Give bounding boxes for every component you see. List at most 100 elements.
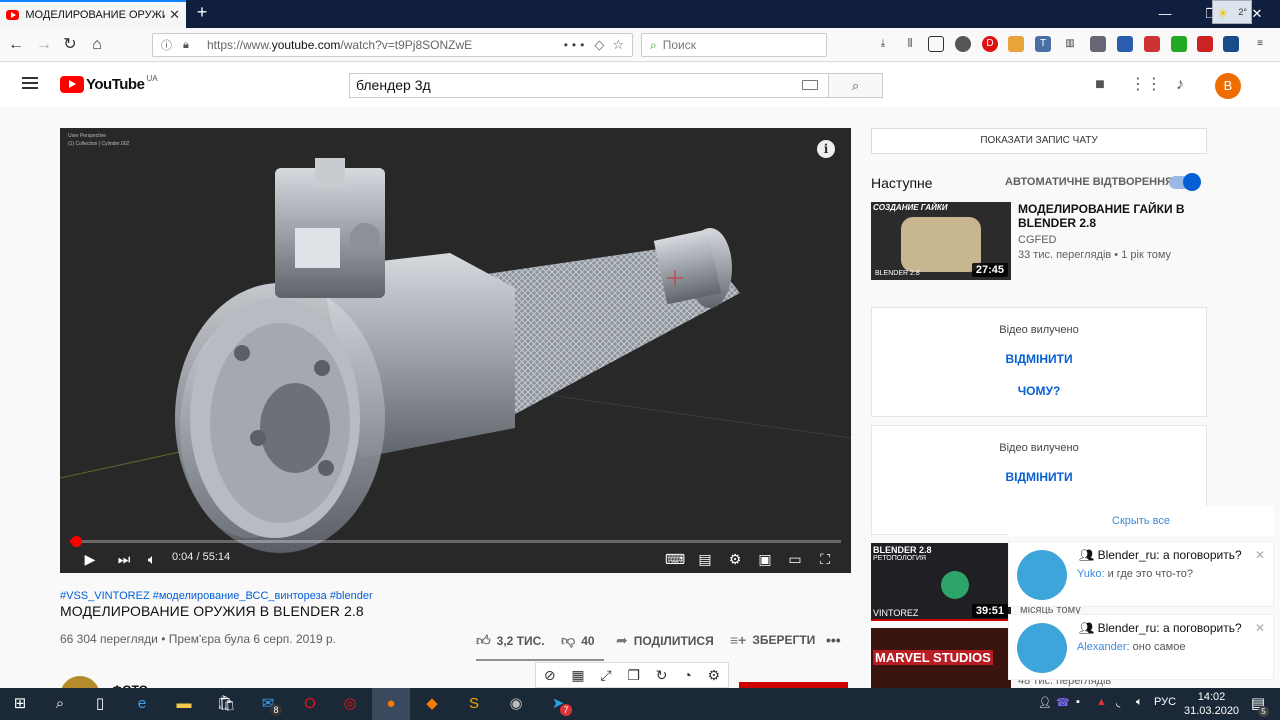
task-view-icon[interactable]: ▯ <box>88 692 112 716</box>
window-minimize-button[interactable]: — <box>1142 0 1188 28</box>
windows-start-icon[interactable]: ⊞ <box>8 692 32 716</box>
related-video-title[interactable]: МОДЕЛИРОВАНИЕ ГАЙКИ В BLENDER 2.8 <box>1018 202 1208 230</box>
browser-search-bar[interactable]: ⌕ Поиск <box>641 33 827 57</box>
edge-browser-icon[interactable]: e <box>130 692 154 716</box>
keyboard-icon[interactable] <box>802 80 818 90</box>
file-explorer-icon[interactable]: ▬ <box>172 692 196 716</box>
address-bar[interactable]: ⓘ 🔒︎ https://www.youtube.com/watch?v=t9P… <box>152 33 633 57</box>
notifications-bell-icon[interactable]: ♪ <box>1170 75 1190 95</box>
extension-gray-icon[interactable] <box>1090 36 1106 52</box>
extension-red-icon[interactable]: D <box>982 36 998 52</box>
lock-icon[interactable]: 🔒︎ <box>183 39 197 52</box>
expand-icon[interactable]: ⤢ <box>600 667 611 684</box>
back-icon[interactable]: ← <box>4 33 28 57</box>
fullscreen-icon[interactable]: ⛶ <box>814 549 836 569</box>
thumbnail-logo-text: MARVEL STUDIOS <box>873 650 993 665</box>
info-icon[interactable]: ⓘ <box>161 37 175 53</box>
extension-green-icon[interactable] <box>1171 36 1187 52</box>
volume-icon[interactable]: 🔈︎ <box>1136 696 1143 709</box>
library-icon[interactable]: ⫼ <box>902 36 918 52</box>
extension-grid-icon[interactable]: ▥ <box>1062 36 1078 52</box>
play-icon[interactable]: ▶ <box>80 549 100 569</box>
youtube-search-input[interactable]: блендер 3д <box>349 73 829 98</box>
chat-notification[interactable]: 👥︎ Blender_ru: а поговорить? Alexander: … <box>1008 614 1274 680</box>
undo-link[interactable]: ВІДМІНИТИ <box>872 470 1206 484</box>
youtube-logo[interactable]: YouTube UA <box>60 74 158 93</box>
extension-blue-icon[interactable] <box>1117 36 1133 52</box>
create-video-icon[interactable]: ■ <box>1090 75 1110 95</box>
tray-people-icon[interactable]: 👤︎ <box>1038 696 1052 709</box>
like-button[interactable]: 👍︎ 3,2 ТИС. <box>476 632 545 649</box>
video-player[interactable]: User Perspective (1) Collection | Cylind… <box>60 128 851 573</box>
store-icon[interactable]: 🛍︎ <box>214 692 238 716</box>
info-icon[interactable]: i <box>817 140 835 158</box>
video-hashtags[interactable]: #VSS_VINTOREZ #моделирование_ВСС_винторе… <box>60 590 373 602</box>
language-indicator[interactable]: РУС <box>1154 696 1176 708</box>
search-icon[interactable]: ⌕ <box>48 692 72 716</box>
translate-icon[interactable]: T <box>1035 36 1051 52</box>
video-thumbnail[interactable]: СОЗДАНИЕ ГАЙКИ BLENDER 2.8 27:45 <box>871 202 1011 280</box>
extension-badge-icon[interactable] <box>1144 36 1160 52</box>
firefox-icon[interactable]: ● <box>379 692 403 716</box>
miniplayer-icon[interactable]: ▣ <box>754 549 776 569</box>
autoplay-toggle[interactable] <box>1169 173 1201 191</box>
settings-gear-icon[interactable]: ⚙ <box>724 549 746 569</box>
tray-app-icon[interactable]: ▪ <box>1076 696 1080 708</box>
download-icon[interactable]: ⤓ <box>875 36 891 52</box>
opera-icon[interactable]: O <box>298 692 322 716</box>
dislike-button[interactable]: 👎︎ 40 <box>561 632 595 649</box>
volume-icon[interactable]: 🔈︎ <box>142 549 162 569</box>
new-tab-button[interactable]: + <box>192 2 212 23</box>
avatar[interactable]: B <box>1215 73 1241 99</box>
sublime-text-icon[interactable]: S <box>462 692 486 716</box>
pocket-icon[interactable]: ◇ <box>594 37 604 53</box>
hide-all-notifications-button[interactable]: Скрыть все <box>1008 506 1274 536</box>
next-video-icon[interactable]: ⏭ <box>114 549 134 569</box>
refresh-icon[interactable]: ↻ <box>656 667 668 684</box>
viber-icon[interactable]: ☎ <box>1056 696 1070 709</box>
system-clock[interactable]: 14:02 31.03.2020 <box>1184 690 1239 718</box>
apps-grid-icon[interactable]: ⋮⋮ <box>1130 75 1162 95</box>
discord-icon[interactable]: ◉ <box>504 692 528 716</box>
page-actions-icon[interactable]: ••• <box>564 38 589 52</box>
theater-mode-icon[interactable]: ▭ <box>784 549 806 569</box>
forward-icon[interactable]: → <box>32 33 56 57</box>
menu-icon[interactable]: ≡ <box>1252 36 1268 52</box>
speed-icon[interactable]: ◔ <box>683 667 691 683</box>
blender-icon[interactable]: ◆ <box>420 692 444 716</box>
tab-close-button[interactable]: ✕ <box>169 7 180 23</box>
subtitles-icon[interactable]: ▤ <box>694 549 716 569</box>
extension-orange-icon[interactable] <box>1008 36 1024 52</box>
show-chat-replay-button[interactable]: ПОКАЗАТИ ЗАПИС ЧАТУ <box>871 128 1207 154</box>
share-button[interactable]: ➦ ПОДІЛИТИСЯ <box>616 632 714 649</box>
extension-pen-icon[interactable] <box>1197 36 1213 52</box>
browser-tab-active[interactable]: МОДЕЛИРОВАНИЕ ОРУЖИЯ В ✕ <box>0 0 186 28</box>
reload-icon[interactable]: ↻ <box>58 33 82 57</box>
film-icon[interactable]: ▦ <box>571 667 584 684</box>
youtube-search-button[interactable]: ⌕ <box>828 73 883 98</box>
close-icon[interactable]: ✕ <box>1255 548 1265 562</box>
chat-notification[interactable]: 👥︎ Blender_ru: а поговорить? Yuko: и где… <box>1008 541 1274 607</box>
extension-dark-icon[interactable] <box>1223 36 1239 52</box>
hamburger-menu-icon[interactable] <box>22 77 38 89</box>
opera-gx-icon[interactable]: ◎ <box>338 692 362 716</box>
network-icon[interactable]: ◟ <box>1116 696 1120 709</box>
bookmark-star-icon[interactable]: ☆ <box>612 37 624 53</box>
progress-bar[interactable] <box>70 536 841 547</box>
video-thumbnail[interactable]: MARVEL STUDIOS <box>871 628 1011 688</box>
why-link[interactable]: ЧОМУ? <box>872 384 1206 398</box>
related-video-channel[interactable]: CGFED <box>1018 234 1057 246</box>
save-button[interactable]: ≡+ ЗБЕРЕГТИ <box>730 632 815 648</box>
settings-icon[interactable]: ⚙ <box>708 667 721 684</box>
undo-link[interactable]: ВІДМІНИТИ <box>872 352 1206 366</box>
copy-icon[interactable]: ❐ <box>627 667 640 684</box>
video-thumbnail[interactable]: BLENDER 2.8 РЕТОПОЛОГИЯ VINTOREZ 39:51 <box>871 543 1011 621</box>
block-icon[interactable]: ⊘ <box>544 667 556 684</box>
more-actions-button[interactable]: ••• <box>826 632 841 648</box>
close-icon[interactable]: ✕ <box>1255 621 1265 635</box>
chat-replay-icon[interactable]: ⌨ <box>664 549 686 569</box>
home-icon[interactable]: ⌂ <box>85 33 109 57</box>
tray-red-icon[interactable]: ▲ <box>1096 696 1107 708</box>
sidebar-icon[interactable] <box>928 36 944 52</box>
account-icon[interactable] <box>955 36 971 52</box>
